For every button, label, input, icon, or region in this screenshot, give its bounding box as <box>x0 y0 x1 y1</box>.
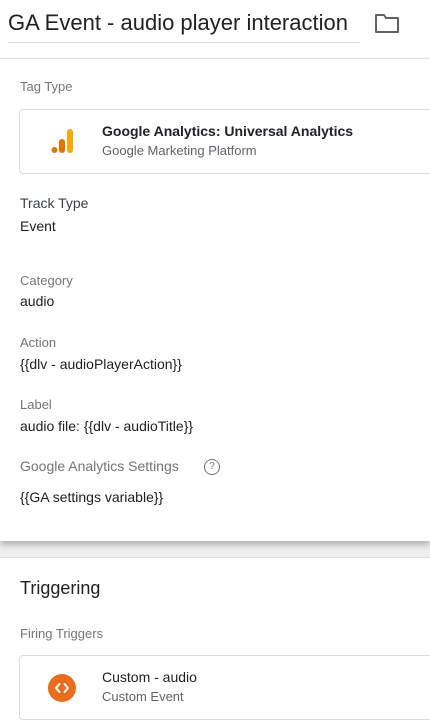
triggering-title: Triggering <box>20 578 101 598</box>
label-value[interactable]: audio file: {{dlv - audioTitle}} <box>20 418 193 434</box>
tag-configuration-card[interactable]: Tag Type Google Analytics: Universal Ana… <box>0 58 430 541</box>
category-label: Category <box>20 273 73 288</box>
trigger-item-custom-audio[interactable]: Custom - audio Custom Event <box>19 655 430 720</box>
tag-title-input[interactable]: GA Event - audio player interaction <box>8 10 360 43</box>
help-icon[interactable]: ? <box>204 459 220 475</box>
track-type-value[interactable]: Event <box>20 218 56 234</box>
folder-icon[interactable] <box>374 12 400 34</box>
tag-type-name: Google Analytics: Universal Analytics <box>102 123 354 139</box>
firing-triggers-label: Firing Triggers <box>20 626 104 641</box>
track-type-label: Track Type <box>20 195 89 211</box>
ga-settings-value[interactable]: {{GA settings variable}} <box>20 489 163 505</box>
tag-type-selector[interactable]: Google Analytics: Universal Analytics Go… <box>19 109 430 174</box>
label-label: Label <box>20 397 52 412</box>
ga-settings-label: Google Analytics Settings <box>20 458 179 474</box>
custom-event-icon <box>48 674 76 702</box>
tag-type-label: Tag Type <box>20 79 73 94</box>
action-value[interactable]: {{dlv - audioPlayerAction}} <box>20 356 182 372</box>
action-label: Action <box>20 335 57 350</box>
triggering-card[interactable]: Triggering Firing Triggers Custom - audi… <box>0 557 430 728</box>
trigger-type: Custom Event <box>102 689 184 704</box>
tag-type-vendor: Google Marketing Platform <box>102 143 257 158</box>
category-value[interactable]: audio <box>20 293 54 309</box>
trigger-name: Custom - audio <box>102 669 197 685</box>
tag-header: GA Event - audio player interaction <box>0 0 430 58</box>
google-analytics-icon <box>51 129 73 153</box>
